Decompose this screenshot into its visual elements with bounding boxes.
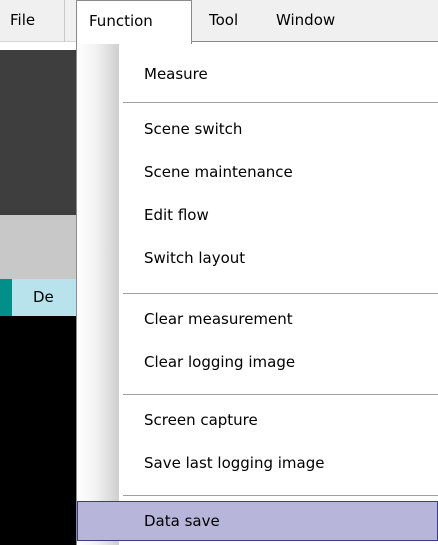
menu-item-switch-layout[interactable]: Switch layout xyxy=(77,238,438,278)
app-window: De File Tool Window Function Measure Sce… xyxy=(0,0,438,545)
menu-item-scene-maintenance[interactable]: Scene maintenance xyxy=(77,152,438,192)
menu-separator xyxy=(123,394,438,395)
menu-bar: File Tool Window xyxy=(0,0,438,42)
menu-item-measure[interactable]: Measure xyxy=(77,54,438,94)
background-tab-label[interactable]: De xyxy=(33,279,54,316)
menu-item-scene-switch[interactable]: Scene switch xyxy=(77,109,438,149)
function-dropdown-menu: Measure Scene switch Scene maintenance E… xyxy=(76,42,438,545)
menu-item-clear-measurement[interactable]: Clear measurement xyxy=(77,299,438,339)
menu-window[interactable]: Window xyxy=(276,0,335,42)
menu-function[interactable]: Function xyxy=(76,0,192,44)
menu-file[interactable]: File xyxy=(10,0,35,42)
menu-item-clear-logging-image[interactable]: Clear logging image xyxy=(77,342,438,382)
menu-item-edit-flow[interactable]: Edit flow xyxy=(77,195,438,235)
background-tab-accent xyxy=(0,279,12,316)
menu-separator xyxy=(123,293,438,294)
menu-separator xyxy=(123,495,438,496)
menu-item-data-save[interactable]: Data save xyxy=(77,501,438,541)
menu-tool[interactable]: Tool xyxy=(209,0,238,42)
menu-separator xyxy=(123,102,438,103)
menu-item-screen-capture[interactable]: Screen capture xyxy=(77,400,438,440)
menu-item-save-last-logging-image[interactable]: Save last logging image xyxy=(77,443,438,483)
menu-bar-separator xyxy=(64,0,65,42)
